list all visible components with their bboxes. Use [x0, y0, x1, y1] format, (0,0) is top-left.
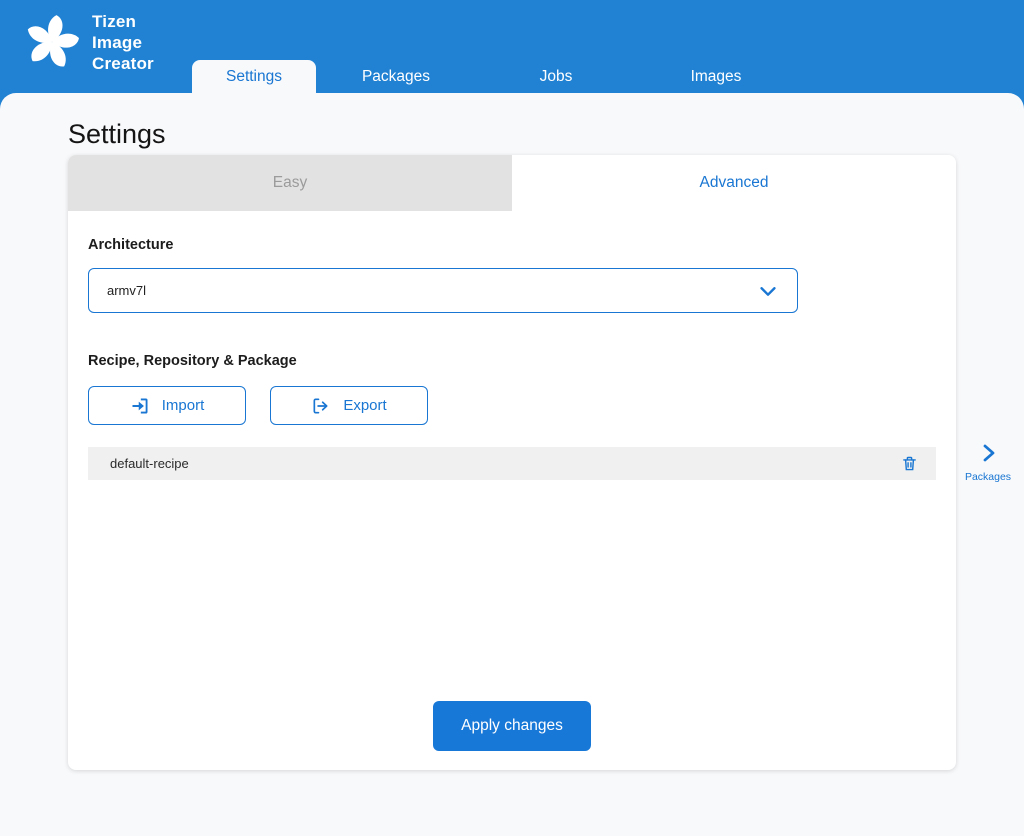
- trash-icon: [901, 455, 918, 472]
- export-icon: [311, 396, 331, 416]
- architecture-selected-value: armv7l: [107, 283, 146, 298]
- packages-drawer-toggle[interactable]: Packages: [962, 441, 1014, 483]
- tizen-pinwheel-logo: [20, 6, 84, 78]
- app-header: Tizen Image Creator Settings Packages Jo…: [0, 0, 1024, 93]
- settings-card: Easy Advanced Architecture armv7l Recipe…: [68, 155, 956, 770]
- chevron-down-icon: [757, 280, 779, 302]
- tab-advanced[interactable]: Advanced: [512, 155, 956, 211]
- apply-changes-button[interactable]: Apply changes: [433, 701, 591, 751]
- tab-easy[interactable]: Easy: [68, 155, 512, 211]
- import-icon: [130, 396, 150, 416]
- import-button[interactable]: Import: [88, 386, 246, 425]
- main-nav: Settings Packages Jobs Images: [192, 60, 796, 93]
- page-title: Settings: [68, 119, 166, 150]
- recipe-section-label: Recipe, Repository & Package: [88, 353, 936, 369]
- import-button-label: Import: [162, 397, 205, 414]
- apply-area: Apply changes: [68, 701, 956, 751]
- brand: Tizen Image Creator: [20, 6, 154, 78]
- export-button[interactable]: Export: [270, 386, 428, 425]
- chevron-right-icon: [976, 441, 1000, 465]
- export-button-label: Export: [343, 397, 386, 414]
- recipe-list-item: default-recipe: [88, 447, 936, 480]
- brand-title: Tizen Image Creator: [92, 11, 154, 74]
- architecture-label: Architecture: [88, 237, 936, 253]
- nav-tab-settings[interactable]: Settings: [192, 60, 316, 93]
- nav-tab-packages[interactable]: Packages: [316, 60, 476, 93]
- recipe-actions: Import Export: [88, 386, 936, 425]
- nav-tab-jobs[interactable]: Jobs: [476, 60, 636, 93]
- nav-tab-images[interactable]: Images: [636, 60, 796, 93]
- settings-form: Architecture armv7l Recipe, Repository &…: [68, 237, 956, 480]
- recipe-name: default-recipe: [110, 456, 189, 471]
- architecture-select[interactable]: armv7l: [88, 268, 798, 313]
- delete-recipe-button[interactable]: [899, 453, 920, 474]
- packages-drawer-label: Packages: [965, 471, 1011, 483]
- content-sheet: Settings Easy Advanced Architecture armv…: [0, 93, 1024, 836]
- settings-mode-tabs: Easy Advanced: [68, 155, 956, 211]
